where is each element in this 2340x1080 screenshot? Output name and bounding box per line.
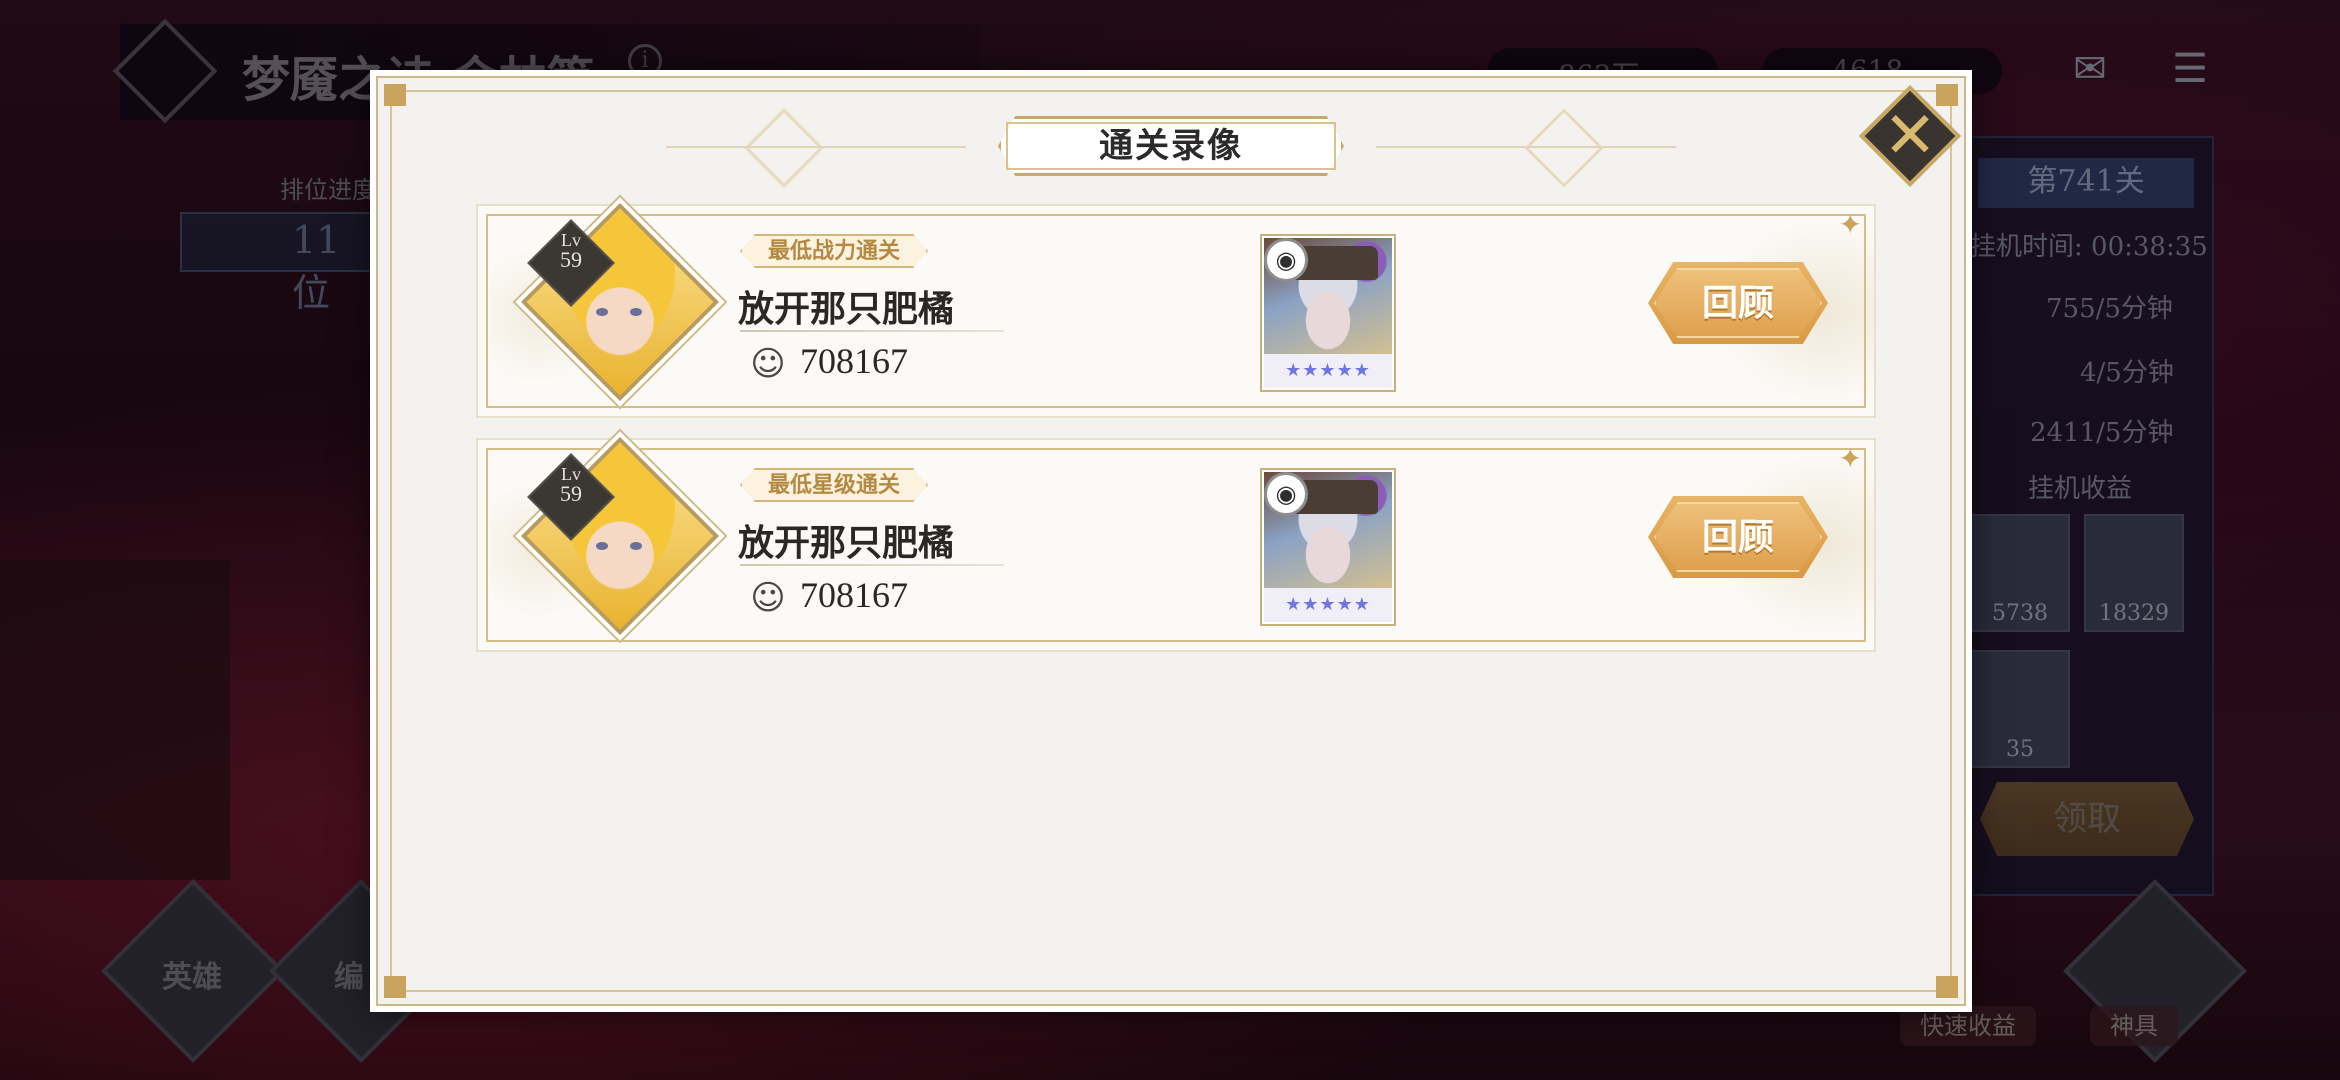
review-button[interactable]: 回顾 <box>1648 262 1828 344</box>
power-mask-icon: ☺ <box>750 344 786 384</box>
sparkle-icon: ✦ <box>1838 208 1862 241</box>
review-button[interactable]: 回顾 <box>1648 496 1828 578</box>
avatar-eye <box>630 542 642 550</box>
power-value: 708167 <box>800 575 908 615</box>
sparkle-icon: ✦ <box>1838 442 1862 475</box>
hero-card[interactable]: ◉ ★★★★★ <box>1260 234 1396 392</box>
avatar-eye <box>630 308 642 316</box>
hero-card[interactable]: ◉ ★★★★★ <box>1260 468 1396 626</box>
record-tag: 最低战力通关 <box>740 234 929 268</box>
replay-modal: 通关录像 ✕ ✦ Lv 59 最低战力通关 放开那只肥橘 ☺ 708167 ◉ ★… <box>370 70 1972 1012</box>
dark-element-icon: ◉ <box>1264 238 1308 282</box>
record-card-lowest-power: ✦ Lv 59 最低战力通关 放开那只肥橘 ☺ 708167 ◉ ★★★★★ 回顾 <box>476 203 1876 418</box>
corner-ornament <box>1936 976 1958 998</box>
close-icon[interactable]: ✕ <box>1874 100 1946 172</box>
name-divider <box>740 330 1004 332</box>
level-value: 59 <box>560 247 582 272</box>
record-card-lowest-star: ✦ Lv 59 最低星级通关 放开那只肥橘 ☺ 708167 ◉ ★★★★★ 回顾 <box>476 437 1876 652</box>
player-name: 放开那只肥橘 <box>738 288 955 330</box>
power-mask-icon: ☺ <box>750 578 786 618</box>
level-value: 59 <box>560 481 582 506</box>
level-text: Lv 59 <box>540 230 602 271</box>
level-text: Lv 59 <box>540 464 602 505</box>
modal-title: 通关录像 <box>1099 126 1243 166</box>
avatar-eye <box>596 308 608 316</box>
dark-element-icon: ◉ <box>1264 472 1308 516</box>
player-name: 放开那只肥橘 <box>738 522 955 564</box>
record-tag: 最低星级通关 <box>740 468 929 502</box>
name-divider <box>740 564 1004 566</box>
corner-ornament <box>384 84 406 106</box>
avatar-eye <box>596 542 608 550</box>
hero-stars: ★★★★★ <box>1264 588 1392 622</box>
review-button-label: 回顾 <box>1701 282 1774 324</box>
corner-ornament <box>384 976 406 998</box>
review-button-label: 回顾 <box>1701 516 1774 558</box>
hero-stars: ★★★★★ <box>1264 354 1392 388</box>
power-value: 708167 <box>800 341 908 381</box>
